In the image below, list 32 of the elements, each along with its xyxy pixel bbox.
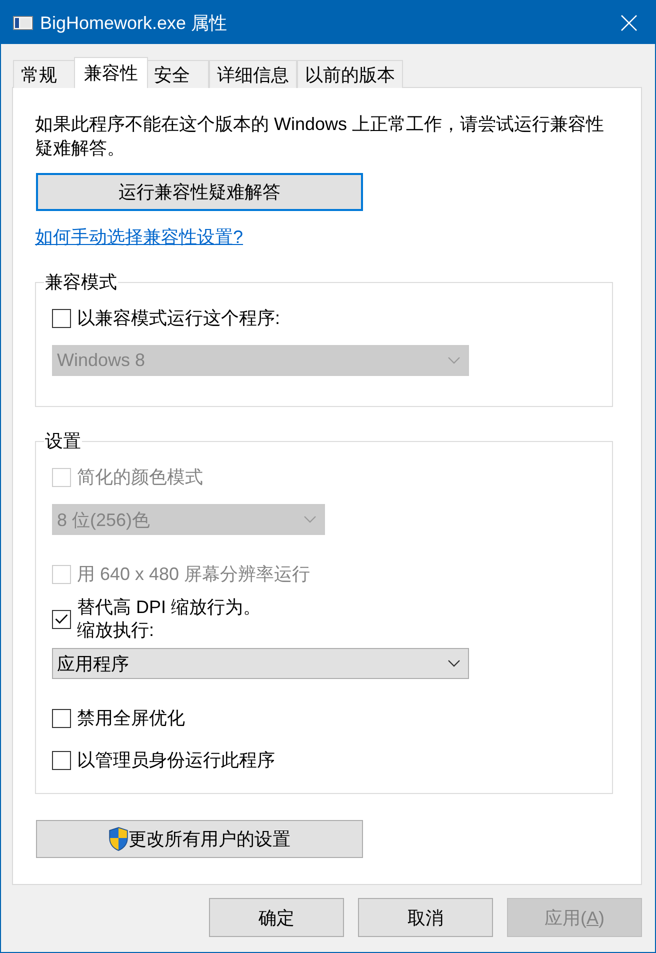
- checkbox-label[interactable]: 替代高 DPI 缩放行为。: [77, 596, 262, 619]
- tab[interactable]: 以前的版本: [297, 60, 403, 88]
- group-title: 兼容模式: [44, 271, 118, 294]
- intro-text: 如果此程序不能在这个版本的 Windows 上正常工作，请尝试运行兼容性疑难解答。: [35, 113, 606, 160]
- checkbox-label[interactable]: 禁用全屏优化: [77, 706, 185, 730]
- close-icon: [621, 14, 637, 30]
- chevron-down-icon: [304, 516, 316, 523]
- chevron-down-icon: [448, 660, 460, 667]
- checkbox-label[interactable]: 以管理员身份运行此程序: [77, 748, 275, 772]
- window-icon: [13, 16, 33, 30]
- tab[interactable]: 常规: [13, 60, 76, 88]
- checkbox[interactable]: [52, 308, 71, 328]
- tab[interactable]: 安全: [146, 60, 209, 88]
- chevron-down-icon: [448, 357, 460, 364]
- checkbox[interactable]: [52, 708, 71, 728]
- dialog-button[interactable]: 取消: [358, 898, 493, 937]
- tab[interactable]: 兼容性: [74, 57, 148, 88]
- troubleshoot-button[interactable]: 运行兼容性疑难解答: [36, 173, 363, 211]
- close-button[interactable]: [621, 14, 637, 30]
- help-link[interactable]: 如何手动选择兼容性设置?: [35, 225, 244, 249]
- shield-icon: [108, 827, 128, 851]
- change-all-users-settings-button[interactable]: 更改所有用户的设置: [36, 820, 363, 858]
- checkbox[interactable]: [52, 750, 71, 770]
- tab[interactable]: 详细信息: [209, 60, 297, 88]
- window-title: BigHomework.exe 属性: [40, 12, 228, 34]
- checkbox[interactable]: [52, 610, 71, 628]
- checkbox-label[interactable]: 缩放执行:: [77, 619, 262, 642]
- checkbox-label[interactable]: 以兼容模式运行这个程序:: [77, 306, 280, 330]
- dropdown[interactable]: 应用程序: [52, 648, 469, 679]
- checkmark-icon: [55, 614, 68, 624]
- group-title: 设置: [44, 430, 82, 453]
- dialog-button[interactable]: 确定: [209, 898, 344, 937]
